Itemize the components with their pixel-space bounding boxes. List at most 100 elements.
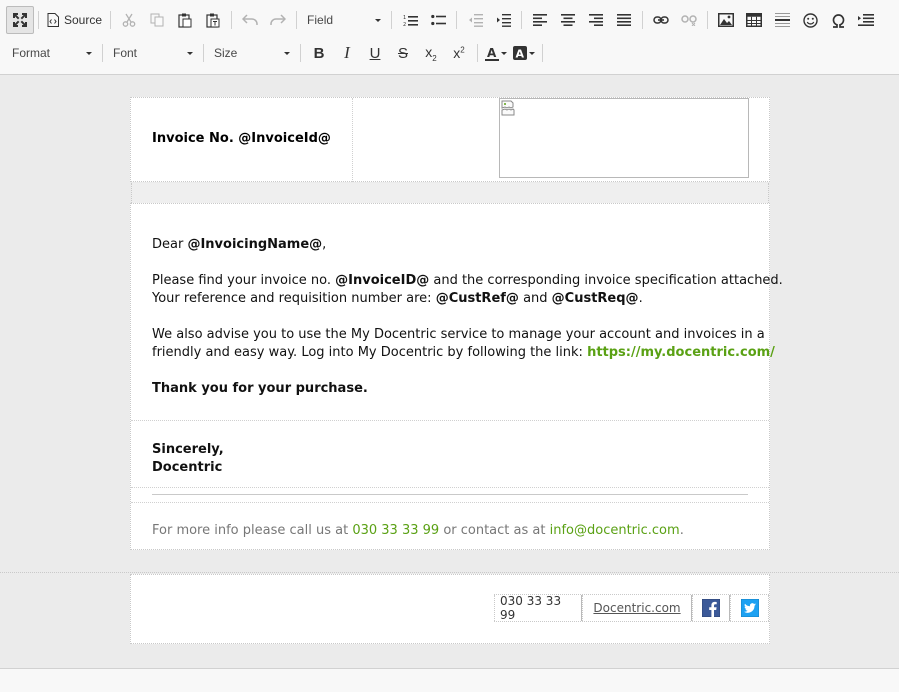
letter-body-cell[interactable]: Dear @InvoicingName@, Please find your i… — [131, 204, 783, 421]
maximize-button[interactable] — [6, 6, 34, 34]
page-break-icon — [858, 14, 875, 26]
align-right-button[interactable] — [582, 6, 610, 34]
table-button[interactable] — [740, 6, 768, 34]
size-dropdown[interactable]: Size — [208, 40, 296, 66]
spacer-row — [131, 183, 769, 203]
p1-text-a: Please find your invoice no. — [152, 273, 331, 288]
invoice-number-cell[interactable]: Invoice No. @InvoiceId@ — [131, 98, 353, 182]
info-text-a: For more info please call us at — [152, 523, 349, 538]
editor-content-area[interactable]: Invoice No. @InvoiceId@ Dear @InvoicingN… — [0, 75, 899, 669]
invoice-label: Invoice No. — [152, 131, 234, 146]
numbered-list-button[interactable]: 12 — [396, 6, 424, 34]
toolbar-separator — [296, 11, 298, 29]
page-break-button[interactable] — [852, 6, 880, 34]
field-dropdown[interactable]: Field — [301, 7, 387, 33]
image-icon — [718, 13, 735, 27]
facebook-button[interactable] — [691, 595, 731, 621]
subscript-button[interactable]: x2 — [417, 39, 445, 67]
chevron-down-icon — [501, 51, 507, 55]
svg-text:A: A — [516, 48, 525, 61]
copy-button[interactable] — [143, 6, 171, 34]
svg-text:1: 1 — [403, 15, 406, 21]
toolbar-separator — [102, 44, 103, 62]
toolbar-separator — [642, 11, 644, 29]
greeting-line: Dear @InvoicingName@, — [152, 236, 326, 254]
contact-info-cell[interactable]: For more info please call us at 030 33 3… — [131, 503, 769, 550]
underline-icon: U — [369, 44, 381, 62]
info-phone-link[interactable]: 030 33 33 99 — [352, 523, 439, 538]
link-button[interactable] — [647, 6, 675, 34]
custref-field: @CustRef@ — [435, 291, 519, 306]
outdent-icon — [468, 13, 483, 27]
increase-indent-button[interactable] — [489, 6, 517, 34]
letter-body-table[interactable]: Dear @InvoicingName@, Please find your i… — [130, 203, 783, 550]
bold-button[interactable]: B — [305, 39, 333, 67]
editor-status-bar — [0, 668, 899, 692]
image-button[interactable] — [712, 6, 740, 34]
paste-button[interactable] — [171, 6, 199, 34]
smiley-button[interactable] — [796, 6, 824, 34]
paste-text-button[interactable] — [199, 6, 227, 34]
invoice-number: Invoice No. @InvoiceId@ — [152, 131, 331, 146]
bulleted-list-button[interactable] — [424, 6, 452, 34]
superscript-button[interactable]: x2 — [445, 39, 473, 67]
twitter-button[interactable] — [730, 595, 770, 621]
toolbar-separator — [456, 11, 458, 29]
align-center-button[interactable] — [554, 6, 582, 34]
cut-button[interactable] — [115, 6, 143, 34]
toolbar-separator — [110, 11, 112, 29]
text-color-button[interactable]: A — [482, 39, 510, 67]
smiley-icon — [802, 12, 818, 28]
p2-text-b: friendly and easy way. Log into My Docen… — [152, 345, 583, 360]
svg-text:A: A — [487, 46, 497, 60]
toolbar-separator — [391, 11, 393, 29]
invoice-header-table[interactable]: Invoice No. @InvoiceId@ — [130, 97, 770, 182]
format-dropdown[interactable]: Format — [6, 40, 98, 66]
editor-toolbar: Source Field 12 Format Font Size B I U S… — [0, 0, 899, 75]
signature-cell[interactable]: Sincerely, Docentric — [131, 421, 769, 488]
footer-website-link[interactable]: Docentric.com — [582, 595, 692, 621]
align-left-button[interactable] — [526, 6, 554, 34]
justify-button[interactable] — [610, 6, 638, 34]
twitter-icon — [740, 599, 759, 617]
scissors-icon — [122, 13, 136, 27]
decrease-indent-button[interactable] — [461, 6, 489, 34]
chevron-down-icon — [529, 51, 535, 55]
empty-header-cell[interactable] — [353, 98, 499, 182]
logo-image-placeholder[interactable] — [499, 98, 749, 178]
custreq-field: @CustReq@ — [551, 291, 639, 306]
undo-button[interactable] — [236, 6, 264, 34]
underline-button[interactable]: U — [361, 39, 389, 67]
divider-cell[interactable] — [131, 488, 769, 503]
numbered-list-icon: 12 — [403, 15, 418, 27]
unlink-icon — [681, 15, 697, 26]
special-character-button[interactable] — [824, 6, 852, 34]
chevron-down-icon — [375, 18, 382, 22]
indent-icon — [496, 13, 511, 27]
horizontal-rule-icon — [774, 13, 790, 27]
italic-icon: I — [344, 43, 350, 62]
background-color-button[interactable]: A — [510, 39, 538, 67]
logo-cell[interactable] — [499, 98, 769, 182]
horizontal-divider — [152, 494, 748, 495]
source-button[interactable]: Source — [43, 6, 106, 34]
facebook-icon — [701, 599, 720, 617]
my-docentric-link[interactable]: https://my.docentric.com/ — [587, 345, 775, 360]
copy-icon — [150, 13, 164, 27]
strikethrough-button[interactable]: S — [389, 39, 417, 67]
footer-separator — [0, 572, 899, 573]
signature: Sincerely, Docentric — [152, 441, 224, 477]
italic-button[interactable]: I — [333, 39, 361, 67]
chevron-down-icon — [284, 51, 290, 55]
unlink-button[interactable] — [675, 6, 703, 34]
broken-image-icon — [501, 100, 515, 116]
footer-table[interactable]: 030 33 33 99 Docentric.com — [130, 574, 770, 644]
redo-icon — [270, 14, 287, 25]
horizontal-line-button[interactable] — [768, 6, 796, 34]
info-email-link[interactable]: info@docentric.com — [550, 523, 680, 538]
link-icon — [653, 16, 669, 24]
font-dropdown[interactable]: Font — [107, 40, 199, 66]
contact-info-line: For more info please call us at 030 33 3… — [152, 522, 684, 540]
footer-contact-strip: 030 33 33 99 Docentric.com — [494, 594, 770, 622]
redo-button[interactable] — [264, 6, 292, 34]
